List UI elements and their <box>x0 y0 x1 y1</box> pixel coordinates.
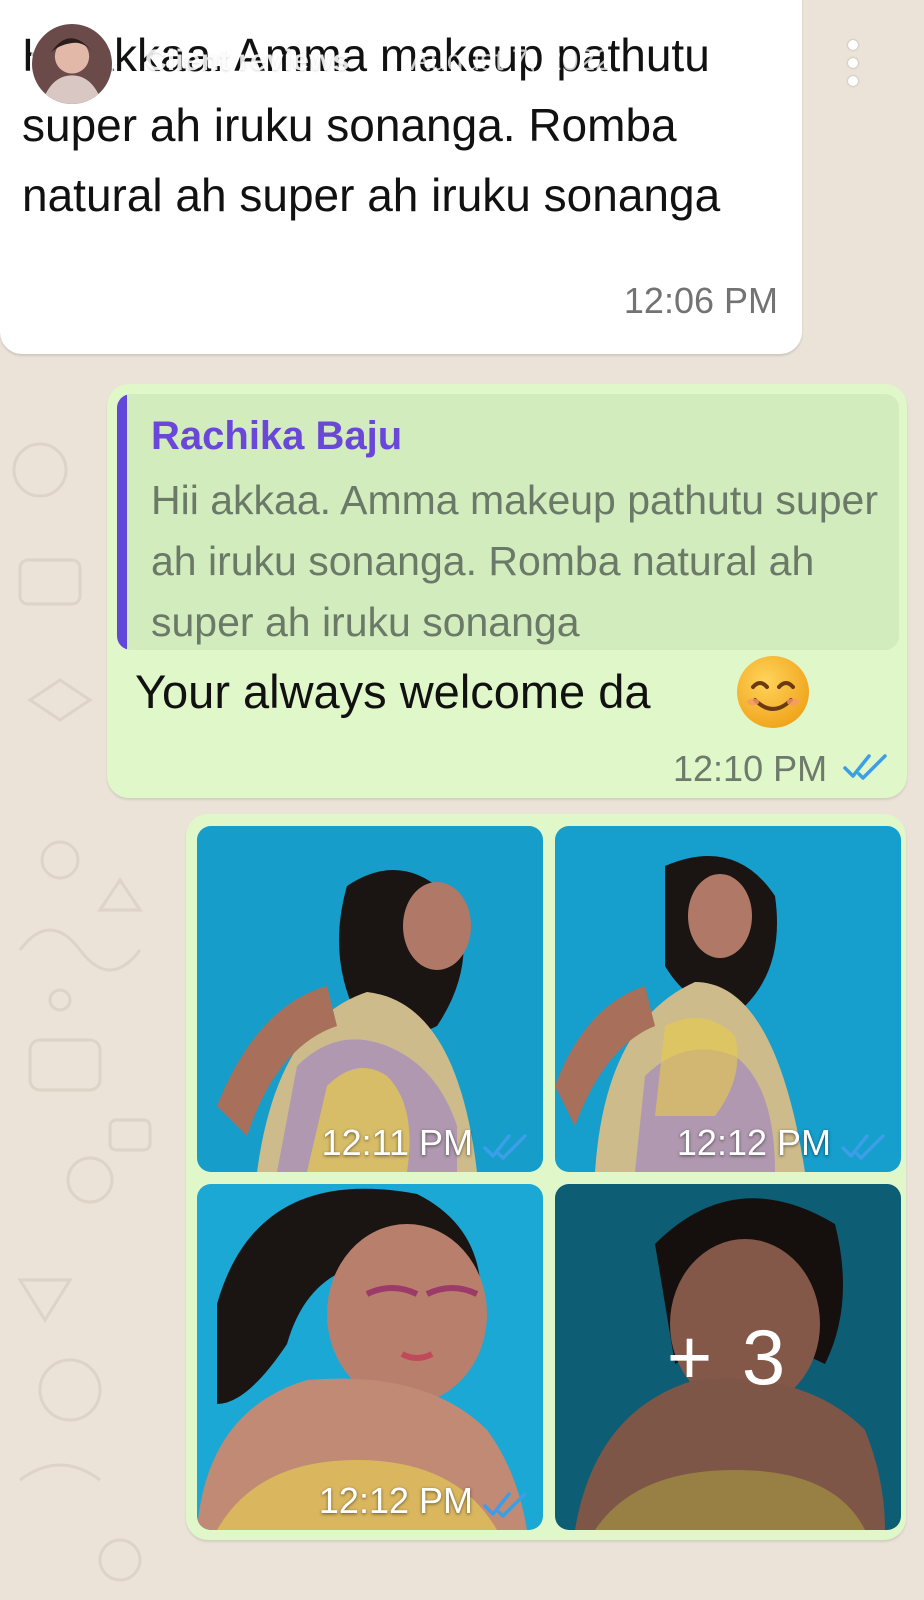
photo-more-thumbnail[interactable]: + 3 <box>555 1184 901 1530</box>
outgoing-message-bubble[interactable]: Rachika Baju Hii akkaa. Amma makeup path… <box>107 384 907 798</box>
double-check-icon <box>843 752 889 780</box>
photo-thumbnail[interactable]: 12:12 PM <box>555 826 901 1172</box>
quoted-reply[interactable]: Rachika Baju Hii akkaa. Amma makeup path… <box>117 394 899 650</box>
photo-album-bubble[interactable]: 12:11 PM 12:12 PM 12:12 PM + 3 <box>186 814 906 1540</box>
double-check-icon <box>841 1132 887 1160</box>
more-vertical-icon[interactable] <box>842 38 862 88</box>
double-check-icon <box>483 1490 529 1518</box>
smiling-face-icon <box>735 654 811 730</box>
profile-avatar-icon[interactable] <box>30 22 114 106</box>
incoming-message-time: 12:06 PM <box>623 280 778 321</box>
photo-image <box>197 1184 543 1530</box>
photo-thumbnail[interactable]: 12:11 PM <box>197 826 543 1172</box>
quoted-text: Hii akkaa. Amma makeup pathutu super ah … <box>151 477 878 645</box>
outgoing-message-text: Your always welcome da <box>135 665 651 718</box>
outgoing-message-time: 12:10 PM <box>673 748 828 789</box>
quoted-author: Rachika Baju <box>151 414 403 458</box>
photo-time: 12:11 PM <box>321 1122 473 1163</box>
incoming-message-bubble[interactable]: Hii akkaa. Amma makeup pathutu super ah … <box>0 0 802 354</box>
photo-image <box>555 826 901 1172</box>
quote-bar <box>117 394 127 650</box>
photo-time: 12:12 PM <box>676 1122 831 1163</box>
double-check-icon <box>483 1132 529 1160</box>
incoming-message-text: Hii akkaa. Amma makeup pathutu super ah … <box>22 29 721 221</box>
photo-thumbnail[interactable]: 12:12 PM <box>197 1184 543 1530</box>
photo-image <box>197 826 543 1172</box>
more-photos-count: + 3 <box>555 1184 901 1530</box>
photo-time: 12:12 PM <box>318 1480 473 1521</box>
